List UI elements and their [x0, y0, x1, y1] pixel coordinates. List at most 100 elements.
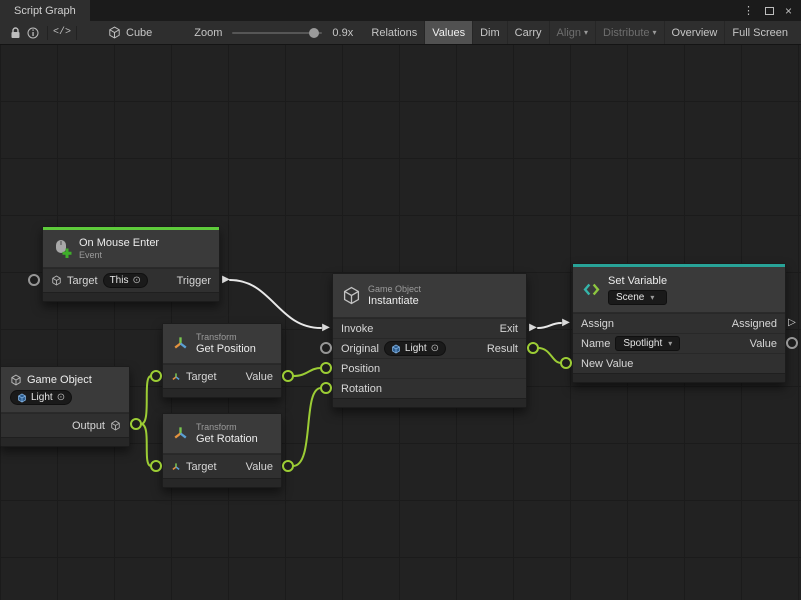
wire-rotation-value-to-instantiate	[293, 388, 321, 466]
port-game-object-output[interactable]	[130, 418, 142, 430]
toolbar-button-fullscreen[interactable]: Full Screen	[724, 21, 795, 44]
port-label-position: Position	[341, 363, 380, 375]
node-game-object-literal[interactable]: Game Object Light ⊙ Output	[0, 366, 130, 447]
transform-icon	[171, 462, 181, 472]
port-label-target: Target	[186, 461, 217, 473]
port-row: Assign Assigned	[573, 313, 785, 333]
port-label-exit: Exit	[500, 323, 518, 335]
graph-breadcrumb[interactable]: Cube	[108, 26, 152, 39]
node-title: Get Rotation	[196, 433, 258, 445]
tab-script-graph[interactable]: Script Graph	[0, 0, 90, 21]
zoom-control: Zoom 0.9x	[194, 27, 353, 39]
window-controls: ⋮ ×	[743, 0, 801, 21]
code-view-icon[interactable]: </>	[53, 24, 71, 42]
tab-bar: Script Graph ⋮ ×	[0, 0, 801, 21]
close-icon[interactable]: ×	[785, 4, 792, 18]
toolbar-button-values[interactable]: Values	[424, 21, 472, 44]
port-instantiate-result-out[interactable]	[527, 342, 539, 354]
object-picker-icon[interactable]: ⊙	[57, 392, 65, 403]
original-value-pill[interactable]: Light ⊙	[384, 341, 446, 356]
variable-name-dropdown[interactable]: Spotlight ▾	[615, 336, 680, 351]
transform-icon	[172, 425, 189, 442]
wire-light-to-getrotation-target	[141, 424, 151, 466]
port-row: Original Light ⊙ Result	[333, 338, 526, 358]
port-get-position-target-in[interactable]	[150, 370, 162, 382]
port-set-variable-assign-in[interactable]: ▶	[560, 317, 572, 329]
port-label-rotation: Rotation	[341, 383, 382, 395]
port-instantiate-position-in[interactable]	[320, 362, 332, 374]
port-label-result: Result	[487, 343, 518, 355]
node-category: Game Object	[368, 284, 421, 294]
graph-name: Cube	[126, 27, 152, 39]
port-label-assigned: Assigned	[732, 318, 777, 330]
toolbar-button-align[interactable]: Align▾	[549, 21, 595, 44]
port-set-variable-value-out[interactable]	[786, 337, 798, 349]
zoom-slider-handle[interactable]	[309, 28, 319, 38]
port-label-original: Original	[341, 343, 379, 355]
object-picker-icon[interactable]: ⊙	[431, 343, 439, 354]
chevron-down-icon: ▾	[653, 28, 657, 37]
node-header: Transform Get Position	[163, 324, 281, 364]
cube-icon	[110, 420, 121, 431]
port-on-mouse-enter-trigger-out[interactable]: ▶	[220, 274, 232, 286]
node-category: Transform	[196, 422, 258, 432]
object-picker-icon[interactable]: ⊙	[132, 275, 140, 286]
wire-light-to-getposition-target	[141, 376, 151, 424]
wire-result-to-newvalue	[538, 348, 561, 363]
port-row: Output	[1, 413, 129, 437]
game-object-icon	[391, 344, 401, 354]
transform-icon	[172, 335, 189, 352]
toolbar-separator	[76, 26, 77, 40]
chevron-down-icon: ▾	[584, 28, 588, 37]
node-footer	[1, 437, 129, 446]
port-set-variable-assigned-out[interactable]: ▷	[786, 317, 798, 329]
cube-icon	[51, 275, 62, 286]
toolbar-button-relations[interactable]: Relations	[364, 21, 424, 44]
port-label-name: Name	[581, 338, 610, 350]
port-row: Target Value	[163, 454, 281, 478]
zoom-value: 0.9x	[332, 27, 353, 39]
lock-icon[interactable]	[6, 24, 24, 42]
kebab-menu-icon[interactable]: ⋮	[743, 4, 754, 17]
cube-icon	[108, 26, 121, 39]
toolbar-button-distribute[interactable]: Distribute▾	[595, 21, 663, 44]
port-label-value: Value	[750, 338, 777, 350]
port-row: Invoke Exit	[333, 318, 526, 338]
toolbar-button-dim[interactable]: Dim	[472, 21, 507, 44]
node-category: Transform	[196, 332, 256, 342]
node-get-position[interactable]: Transform Get Position Target Value	[162, 323, 282, 398]
port-instantiate-original-in[interactable]	[320, 342, 332, 354]
port-set-variable-new-value-in[interactable]	[560, 357, 572, 369]
port-instantiate-exit-out[interactable]: ▶	[527, 322, 539, 334]
node-on-mouse-enter[interactable]: On Mouse Enter Event Target This ⊙ Trigg…	[42, 226, 220, 302]
object-value-pill[interactable]: Light ⊙	[10, 390, 72, 405]
variable-scope-dropdown[interactable]: Scene ▾	[608, 290, 667, 305]
port-get-rotation-target-in[interactable]	[150, 460, 162, 472]
port-on-mouse-enter-target-in[interactable]	[28, 274, 40, 286]
graph-canvas[interactable]: On Mouse Enter Event Target This ⊙ Trigg…	[0, 45, 801, 600]
port-label-trigger: Trigger	[177, 275, 211, 287]
node-footer	[43, 292, 219, 301]
port-get-rotation-value-out[interactable]	[282, 460, 294, 472]
toolbar-button-carry[interactable]: Carry	[507, 21, 549, 44]
port-label-target: Target	[186, 371, 217, 383]
zoom-slider[interactable]	[232, 32, 322, 34]
maximize-icon[interactable]	[765, 7, 774, 15]
node-header: Game Object Instantiate	[333, 274, 526, 318]
tab-title: Script Graph	[14, 5, 76, 17]
node-instantiate[interactable]: Game Object Instantiate Invoke Exit Orig…	[332, 273, 527, 408]
node-subtitle: Event	[79, 250, 159, 260]
port-instantiate-invoke-in[interactable]: ▶	[320, 322, 332, 334]
toolbar-button-overview[interactable]: Overview	[664, 21, 725, 44]
chevron-down-icon: ▾	[650, 293, 654, 302]
target-value-pill[interactable]: This ⊙	[103, 273, 148, 288]
port-instantiate-rotation-in[interactable]	[320, 382, 332, 394]
port-label-target: Target	[67, 275, 98, 287]
port-row: Rotation	[333, 378, 526, 398]
cube-icon	[10, 374, 22, 386]
node-get-rotation[interactable]: Transform Get Rotation Target Value	[162, 413, 282, 488]
info-icon[interactable]	[24, 24, 42, 42]
node-set-variable[interactable]: Set Variable Scene ▾ Assign Assigned Nam…	[572, 263, 786, 383]
port-get-position-value-out[interactable]	[282, 370, 294, 382]
node-header: On Mouse Enter Event	[43, 230, 219, 268]
